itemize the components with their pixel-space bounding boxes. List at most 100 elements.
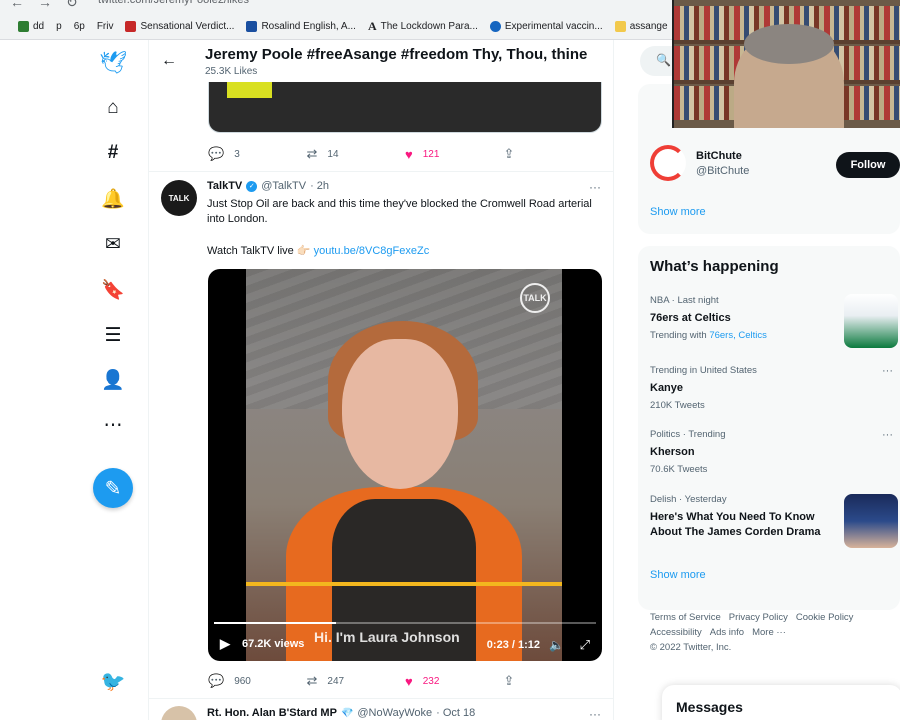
trend-tweet-count: 70.6K Tweets [650, 464, 708, 475]
avatar[interactable] [161, 706, 197, 720]
follow-button[interactable]: Follow [836, 152, 900, 178]
address-bar[interactable]: twitter.com/JeremyPoole2/likes [98, 0, 668, 8]
messages-title: Messages [676, 699, 743, 715]
suggested-account-name[interactable]: BitChute [696, 150, 742, 162]
show-more-link[interactable]: Show more [650, 569, 706, 581]
video-person-face [342, 339, 458, 489]
reply-button[interactable]: 💬 3 [208, 144, 307, 164]
tweet-link[interactable]: youtu.be/8VC8gFexeZc [314, 245, 430, 257]
tweet-actions: 💬 960 ⇄ 247 ♥ 232 ⇪ [208, 671, 602, 691]
bookmark-item[interactable]: Rosalind English, A... [246, 20, 356, 32]
like-button[interactable]: ♥ 232 [405, 671, 504, 691]
bookmark-item[interactable]: Experimental vaccin... [489, 20, 603, 32]
more-options-icon[interactable]: ··· [589, 180, 601, 194]
retweet-icon: ⇄ [306, 673, 318, 688]
lists-icon[interactable]: ☰ [100, 322, 126, 348]
show-more-link[interactable]: Show more [650, 206, 706, 218]
trend-tweet-count: 210K Tweets [650, 400, 705, 411]
video-player[interactable]: TALK Hi. I'm Laura Johnson ▶ 67.2K views… [208, 269, 602, 661]
author-handle[interactable]: @TalkTV [261, 180, 306, 192]
search-icon: 🔍 [656, 53, 671, 67]
compose-tweet-button[interactable]: ✎ [93, 468, 133, 508]
author-handle[interactable]: @NoWayWoke [357, 707, 432, 719]
bookmark-favicon-icon [489, 20, 501, 32]
home-icon[interactable]: ⌂ [100, 95, 126, 121]
feather-plus-icon: ✎ [104, 477, 122, 500]
bookmark-item[interactable]: A The Lockdown Para... [368, 19, 478, 34]
trend-more-icon[interactable]: ··· [882, 429, 893, 441]
account-avatar-icon[interactable]: 🐦 [100, 668, 126, 694]
play-icon[interactable]: ▶ [220, 636, 234, 652]
trend-thumbnail-image [844, 494, 898, 548]
trend-meta-text: Delish · Yesterday [650, 494, 727, 505]
author-name[interactable]: TalkTV [207, 180, 242, 192]
trend-item[interactable]: Trending in United States Kanye 210K Twe… [650, 365, 890, 411]
footer-link[interactable]: Terms of Service [650, 612, 721, 623]
next-tweet-author-line: Rt. Hon. Alan B'Stard MP 💎 @NoWayWoke · … [207, 707, 475, 719]
copyright: © 2022 Twitter, Inc. [650, 642, 732, 653]
retweet-button[interactable]: ⇄ 14 [307, 144, 406, 164]
footer-links: Terms of Service Privacy Policy Cookie Pol… [650, 610, 890, 655]
divider [149, 171, 613, 172]
page-title: Jeremy Poole #freeAsange #freedom Thy, T… [205, 46, 588, 63]
bookmark-item[interactable]: Friv [97, 21, 114, 32]
tweet-time[interactable]: · 2h [310, 180, 329, 192]
verified-badge-icon: ✓ [246, 180, 258, 192]
footer-link[interactable]: Cookie Policy [796, 612, 854, 623]
retweet-button[interactable]: ⇄ 247 [307, 671, 406, 691]
back-arrow-icon[interactable]: ← [161, 52, 177, 70]
bookmark-folder[interactable]: assange [614, 20, 668, 32]
tweet-time[interactable]: · Oct 18 [436, 707, 475, 719]
suggested-account-handle[interactable]: @BitChute [696, 165, 749, 177]
bookmarks-icon[interactable]: 🔖 [100, 277, 126, 303]
author-name[interactable]: Rt. Hon. Alan B'Stard MP [207, 707, 337, 719]
reply-button[interactable]: 💬 960 [208, 671, 307, 691]
avatar[interactable]: TALK [161, 180, 197, 216]
messages-envelope-icon[interactable]: ✉ [100, 231, 126, 257]
previous-tweet-media[interactable] [208, 82, 602, 133]
trend-more-icon[interactable]: ··· [882, 365, 893, 377]
explore-hashtag-icon[interactable]: # [100, 140, 126, 166]
trend-meta: Politics · Trending [650, 429, 726, 440]
share-button[interactable]: ⇪ [504, 144, 603, 164]
share-icon: ⇪ [503, 146, 515, 161]
video-progress-bar[interactable] [214, 622, 596, 624]
share-button[interactable]: ⇪ [504, 671, 603, 691]
video-progress-fill [214, 622, 337, 624]
reload-icon[interactable]: ↻ [66, 0, 78, 11]
webcam-overlay [672, 0, 900, 128]
bookmark-item[interactable]: 6p [74, 21, 85, 32]
video-caption-bar [246, 582, 562, 586]
messages-drawer[interactable]: Messages [662, 685, 900, 720]
like-button[interactable]: ♥ 121 [405, 144, 504, 164]
media-detail [227, 82, 272, 98]
tweet-author-line: TalkTV ✓ @TalkTV · 2h [207, 180, 329, 192]
footer-link[interactable]: Privacy Policy [729, 612, 788, 623]
bitchute-logo-avatar[interactable] [650, 145, 686, 181]
volume-icon[interactable]: 🔈 [549, 638, 564, 652]
bookmark-item[interactable]: Sensational Verdict... [125, 20, 234, 32]
profile-header: ← Jeremy Poole #freeAsange #freedom Thy,… [149, 40, 613, 82]
bookmark-item[interactable]: dd [18, 20, 44, 32]
talk-watermark-logo: TALK [520, 283, 550, 313]
back-arrow-icon[interactable]: ← [10, 0, 24, 11]
trend-hashtag-link[interactable]: 76ers, Celtics [709, 330, 767, 341]
link-prefix: Watch TalkTV live 👉🏻 [207, 245, 311, 257]
trend-item[interactable]: Delish · Yesterday Here's What You Need … [650, 494, 836, 540]
twitter-logo-icon[interactable]: 🕊 [99, 50, 127, 76]
forward-arrow-icon[interactable]: → [38, 0, 52, 11]
reply-icon: 💬 [208, 146, 225, 161]
footer-link[interactable]: Ads info [710, 627, 744, 638]
video-time: 0:23 / 1:12 [486, 639, 540, 651]
footer-link[interactable]: Accessibility [650, 627, 702, 638]
tweet-link-line: Watch TalkTV live 👉🏻 youtu.be/8VC8gFexeZ… [207, 244, 429, 257]
bookmark-item[interactable]: p [56, 21, 62, 32]
trend-item[interactable]: Politics · Trending Kherson 70.6K Tweets [650, 429, 890, 475]
bookmark-favicon-icon: A [367, 18, 377, 33]
fullscreen-icon[interactable]: ⤢ [580, 637, 590, 653]
more-circle-icon[interactable]: ⋯ [100, 412, 126, 438]
notifications-bell-icon[interactable]: 🔔 [100, 186, 126, 212]
footer-more-link[interactable]: More ··· [752, 627, 786, 638]
profile-icon[interactable]: 👤 [100, 367, 126, 393]
more-options-icon[interactable]: ··· [589, 707, 601, 720]
